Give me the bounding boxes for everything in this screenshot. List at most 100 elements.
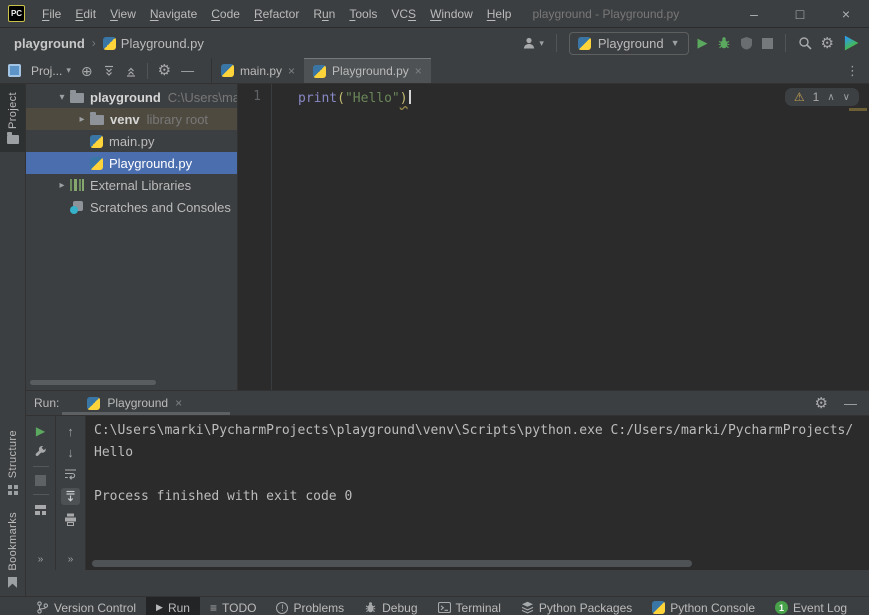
title-bar: PC FileEditViewNavigateCodeRefactorRunTo… (0, 0, 869, 28)
console-line: Hello (94, 442, 869, 464)
run-panel-title: Run: (34, 396, 59, 410)
tree-item-playground[interactable]: ▾playgroundC:\Users\marki\Pych (26, 86, 237, 108)
run-tab-playground[interactable]: Playground × (87, 396, 182, 410)
chevron-right-icon[interactable]: ▸ (74, 114, 90, 125)
up-stack-trace-button[interactable]: ↑ (67, 425, 74, 438)
header-strip: Proj... ▾ ⊕ ⚙ — main.py×Playground.py× ⋮ (0, 58, 869, 84)
run-console[interactable]: C:\Users\marki\PycharmProjects\playgroun… (86, 416, 869, 570)
tool-window-button-terminal[interactable]: Terminal (428, 597, 511, 615)
navigation-toolbar: playground › Playground.py ▾ Playground … (0, 28, 869, 58)
user-account-button[interactable]: ▾ (522, 36, 544, 50)
chevron-down-icon: ▾ (539, 38, 544, 49)
next-problem-button[interactable]: ∨ (843, 92, 850, 103)
run-button[interactable]: ▶ (698, 35, 708, 51)
soft-wrap-button[interactable] (64, 467, 77, 480)
more-actions-button[interactable]: » (68, 554, 74, 565)
close-icon[interactable]: × (415, 64, 422, 78)
tree-item-playground-py[interactable]: Playground.py (26, 152, 237, 174)
stop-process-button[interactable] (35, 475, 46, 486)
previous-problem-button[interactable]: ∧ (827, 92, 834, 103)
debug-button[interactable] (717, 36, 731, 50)
maximize-button[interactable]: □ (777, 0, 823, 27)
chevron-down-icon[interactable]: ▾ (54, 92, 70, 103)
tool-window-button-python-console[interactable]: Python Console (642, 597, 765, 615)
settings-button[interactable]: ⚙ (821, 36, 834, 51)
close-button[interactable]: × (823, 0, 869, 27)
tree-item-label: venv (110, 112, 140, 127)
expand-all-button[interactable] (103, 65, 115, 77)
hide-panel-button[interactable]: — (181, 63, 194, 78)
code-editor[interactable]: 1 print("Hello") ⚠ 1 ∧ ∨ (238, 84, 869, 390)
search-everywhere-button[interactable] (798, 36, 812, 50)
editor-tab-playground-py[interactable]: Playground.py× (304, 58, 431, 83)
menu-window[interactable]: Window (423, 7, 480, 21)
menu-navigate[interactable]: Navigate (143, 7, 204, 21)
tree-item-main-py[interactable]: main.py (26, 130, 237, 152)
tool-window-button-python-packages[interactable]: Python Packages (511, 597, 642, 615)
more-options-icon[interactable]: ⋮ (836, 58, 869, 83)
collapse-all-button[interactable] (125, 65, 137, 77)
more-actions-button[interactable]: » (38, 554, 44, 565)
console-line (94, 464, 869, 486)
tool-window-button-debug[interactable]: Debug (354, 597, 427, 615)
chevron-right-icon[interactable]: ▸ (54, 180, 70, 191)
project-view-select[interactable]: Proj... ▾ (31, 64, 71, 78)
toolbar-separator (33, 466, 49, 467)
packages-icon (521, 601, 534, 614)
tool-window-label: Terminal (456, 601, 501, 615)
tool-window-label: TODO (222, 601, 256, 615)
console-horizontal-scrollbar[interactable] (92, 560, 692, 567)
project-panel: ▾playgroundC:\Users\marki\Pych▸venvlibra… (26, 84, 238, 390)
print-button[interactable] (64, 513, 77, 526)
error-stripe-mark[interactable] (849, 108, 867, 111)
down-stack-trace-button[interactable]: ↓ (67, 446, 74, 459)
libraries-icon (70, 179, 84, 191)
breadcrumb-project[interactable]: playground (14, 36, 85, 51)
tool-window-button-run[interactable]: ▶Run (146, 597, 200, 615)
restore-layout-button[interactable] (34, 503, 47, 516)
inspections-widget[interactable]: ⚠ 1 ∧ ∨ (785, 88, 859, 106)
minimize-button[interactable]: – (731, 0, 777, 27)
stripe-button-project[interactable]: Project (0, 84, 25, 152)
menu-vcs[interactable]: VCS (384, 7, 423, 21)
menu-refactor[interactable]: Refactor (247, 7, 306, 21)
select-opened-file-button[interactable]: ⊕ (81, 64, 93, 78)
menu-run[interactable]: Run (306, 7, 342, 21)
project-horizontal-scrollbar[interactable] (30, 380, 156, 385)
rerun-button[interactable]: ▶ (36, 425, 45, 437)
menu-tools[interactable]: Tools (342, 7, 384, 21)
stripe-button-structure[interactable]: Structure (0, 422, 25, 504)
run-configuration-select[interactable]: Playground ▼ (569, 32, 689, 55)
tree-item-external-libraries[interactable]: ▸External Libraries (26, 174, 237, 196)
menu-help[interactable]: Help (480, 7, 519, 21)
tool-window-button-version-control[interactable]: Version Control (26, 597, 146, 615)
tree-item-scratches-and-consoles[interactable]: Scratches and Consoles (26, 196, 237, 218)
hide-run-panel-button[interactable]: — (844, 396, 857, 411)
run-tool-window: Run: Playground × ⚙ — ▶ (26, 390, 869, 570)
menu-edit[interactable]: Edit (68, 7, 103, 21)
tool-window-button-event-log[interactable]: 1Event Log (765, 597, 857, 615)
project-panel-header: Proj... ▾ ⊕ ⚙ — (0, 58, 212, 83)
editor-tabs: main.py×Playground.py× (212, 58, 431, 83)
menu-file[interactable]: File (35, 7, 68, 21)
close-icon[interactable]: × (175, 396, 182, 410)
run-settings-button[interactable]: ⚙ (815, 396, 828, 411)
close-icon[interactable]: × (288, 64, 295, 78)
editor-tab-main-py[interactable]: main.py× (212, 58, 304, 83)
project-settings-button[interactable]: ⚙ (158, 63, 171, 78)
menu-view[interactable]: View (103, 7, 143, 21)
menu-code[interactable]: Code (204, 7, 247, 21)
learn-pycharm-icon[interactable] (843, 35, 859, 51)
scroll-to-end-button[interactable] (61, 488, 80, 505)
stop-button[interactable] (762, 38, 773, 49)
project-tree: ▾playgroundC:\Users\marki\Pych▸venvlibra… (26, 86, 237, 218)
tool-window-button-todo[interactable]: ≡TODO (200, 597, 266, 615)
tool-window-button-problems[interactable]: !Problems (266, 597, 354, 615)
wrench-icon[interactable] (34, 445, 47, 458)
tree-item-venv[interactable]: ▸venvlibrary root (26, 108, 237, 130)
run-with-coverage-button[interactable] (740, 36, 753, 50)
run-tab-underline (62, 412, 230, 415)
stripe-top-group: Project (0, 84, 25, 152)
stripe-button-bookmarks[interactable]: Bookmarks (0, 504, 25, 596)
breadcrumb-file[interactable]: Playground.py (121, 36, 204, 51)
